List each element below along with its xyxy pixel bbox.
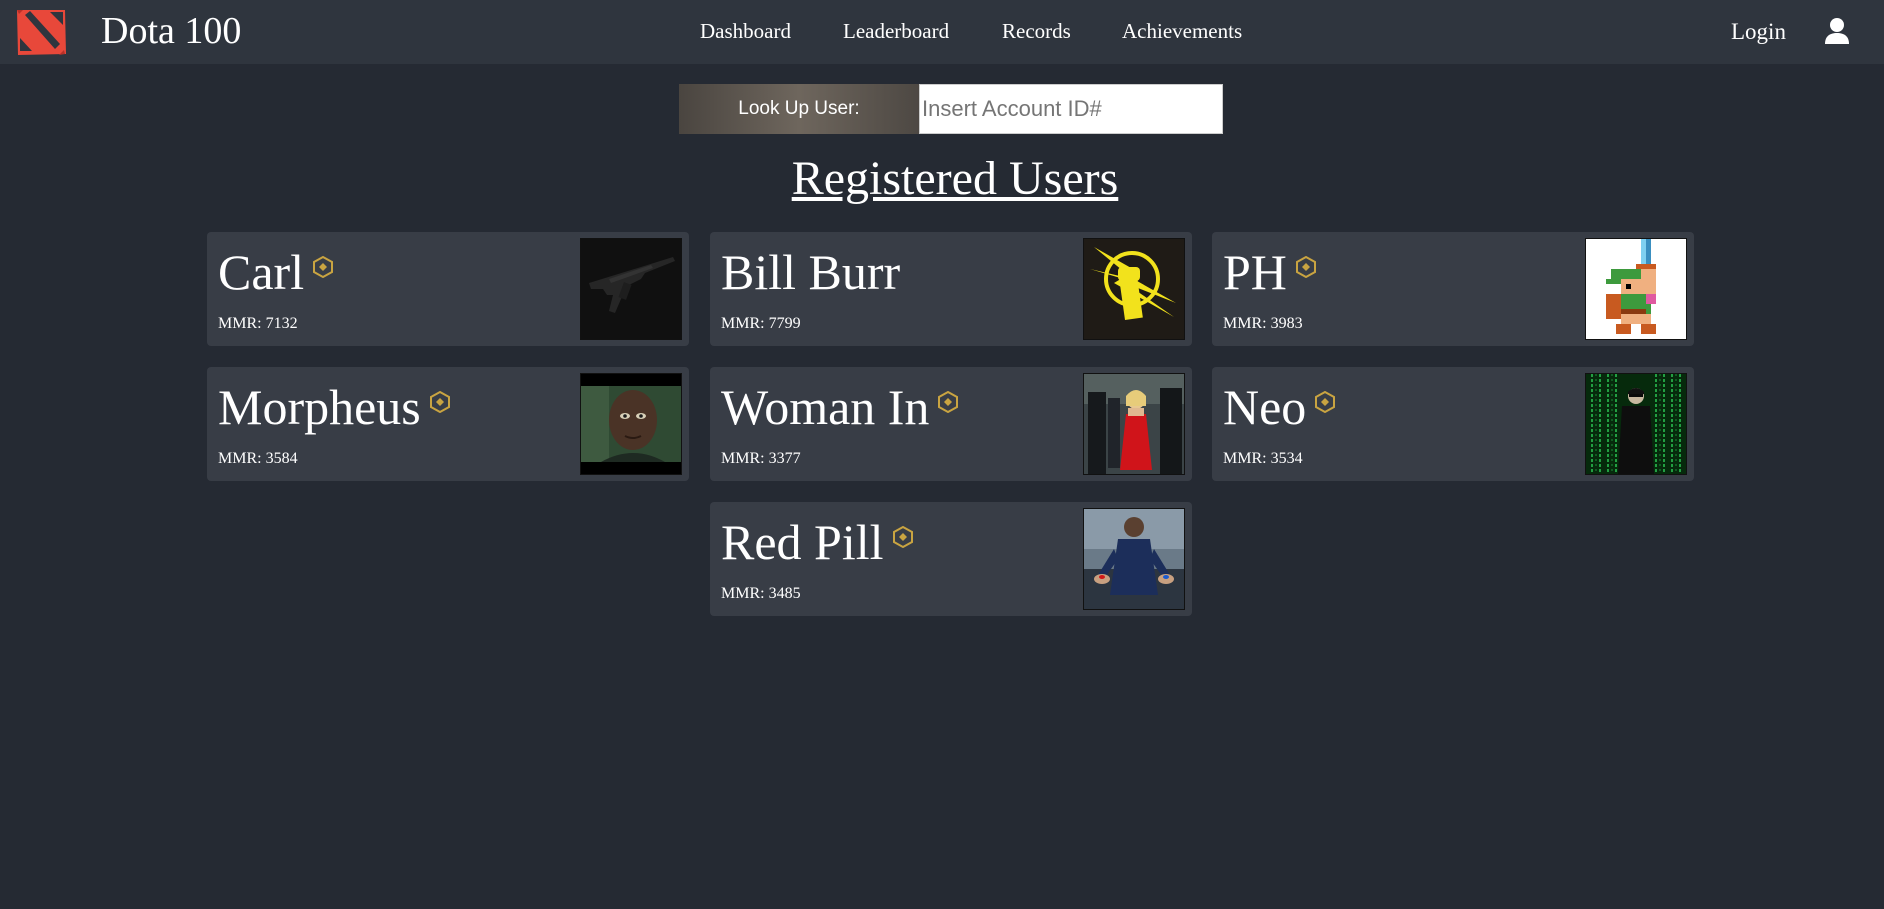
user-mmr: MMR: 3584 [218, 450, 298, 467]
rank-badge-icon [938, 391, 959, 413]
nav-dashboard[interactable]: Dashboard [700, 18, 791, 44]
user-mmr: MMR: 3377 [721, 450, 801, 467]
rank-badge-icon [313, 256, 334, 278]
rank-badge-icon [1315, 391, 1336, 413]
red-blue-pill-image [1083, 508, 1185, 610]
user-card[interactable]: Carl MMR: 7132 [207, 232, 689, 346]
nav-achievements[interactable]: Achievements [1122, 18, 1242, 44]
main-nav: Dashboard Leaderboard Records Achievemen… [0, 0, 1884, 64]
login-link[interactable]: Login [1731, 18, 1786, 46]
user-name: Neo [1223, 379, 1307, 435]
user-name: PH [1223, 244, 1287, 300]
user-name: Woman In [721, 379, 930, 435]
woman-in-red-image [1083, 373, 1185, 475]
morpheus-portrait-image [580, 373, 682, 475]
user-name: Bill Burr [721, 244, 901, 300]
yellow-fist-lightning-image [1083, 238, 1185, 340]
app-title[interactable]: Dota 100 [101, 8, 241, 54]
user-grid: Carl MMR: 7132 Bill Burr MMR: 7799 PH MM… [0, 0, 1884, 909]
user-card[interactable]: Woman In MMR: 3377 [710, 367, 1192, 481]
lookup-label: Look Up User: [679, 84, 919, 134]
dota-logo-icon[interactable] [14, 8, 68, 56]
neo-matrix-code-image [1585, 373, 1687, 475]
rank-badge-icon [429, 391, 450, 413]
user-mmr: MMR: 7799 [721, 315, 801, 332]
account-id-input[interactable] [919, 84, 1223, 134]
rifle-image [580, 238, 682, 340]
user-lookup: Look Up User: [679, 84, 1223, 134]
pixel-hero-sword-image [1585, 238, 1687, 340]
top-navbar: Dota 100 Dashboard Leaderboard Records A… [0, 0, 1884, 64]
nav-leaderboard[interactable]: Leaderboard [843, 18, 949, 44]
user-name: Morpheus [218, 379, 421, 435]
user-name: Red Pill [721, 514, 884, 570]
user-icon[interactable] [1824, 17, 1850, 45]
page-title: Registered Users [791, 152, 1119, 205]
user-card[interactable]: Bill Burr MMR: 7799 [710, 232, 1192, 346]
user-card[interactable]: PH MMR: 3983 [1212, 232, 1694, 346]
user-card[interactable]: Red Pill MMR: 3485 [710, 502, 1192, 616]
user-card[interactable]: Neo MMR: 3534 [1212, 367, 1694, 481]
user-mmr: MMR: 7132 [218, 315, 298, 332]
user-mmr: MMR: 3485 [721, 585, 801, 602]
user-card[interactable]: Morpheus MMR: 3584 [207, 367, 689, 481]
user-mmr: MMR: 3983 [1223, 315, 1303, 332]
nav-records[interactable]: Records [1002, 18, 1071, 44]
rank-badge-icon [1295, 256, 1316, 278]
user-name: Carl [218, 244, 305, 300]
rank-badge-icon [892, 526, 913, 548]
user-mmr: MMR: 3534 [1223, 450, 1303, 467]
